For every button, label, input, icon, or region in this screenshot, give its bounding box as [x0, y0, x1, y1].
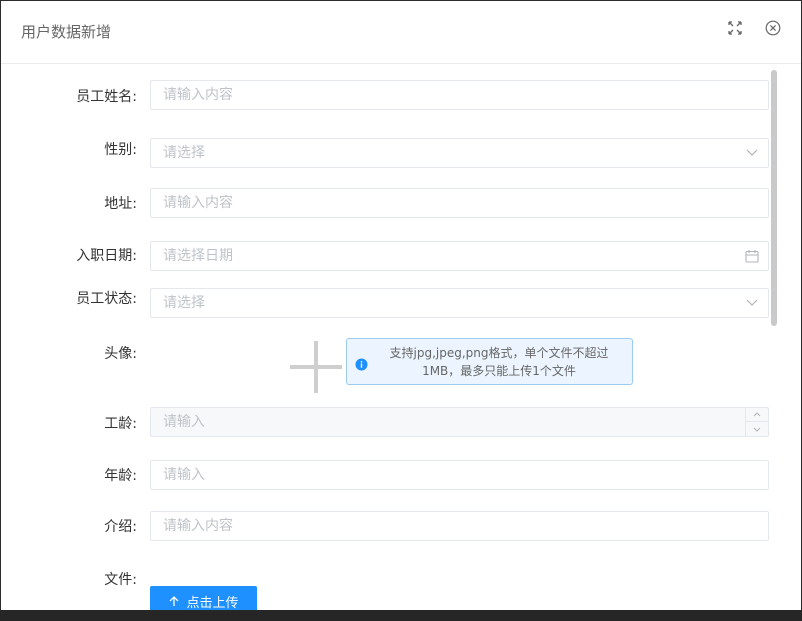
info-icon: [355, 356, 368, 371]
status-select[interactable]: [150, 288, 769, 318]
upload-tip-line2: 1MB，最多只能上传1个文件: [422, 364, 576, 378]
file-label: 文件:: [104, 572, 137, 588]
upload-button-label: 点击上传: [186, 595, 239, 611]
join-date-input[interactable]: [151, 242, 768, 270]
gender-label: 性别:: [104, 142, 137, 158]
name-field[interactable]: [150, 80, 769, 110]
upload-tip-text: 支持jpg,jpeg,png格式，单个文件不超过 1MB，最多只能上传1个文件: [373, 344, 625, 380]
join-date-label: 入职日期:: [76, 248, 137, 264]
gender-input[interactable]: [151, 139, 768, 167]
gender-select[interactable]: [150, 138, 769, 168]
upload-icon: [170, 596, 179, 606]
age-label: 年龄:: [104, 468, 137, 484]
address-label: 地址:: [104, 196, 137, 212]
address-input[interactable]: [151, 189, 768, 217]
stepper-up-icon[interactable]: [746, 408, 768, 422]
intro-field[interactable]: [150, 511, 769, 541]
dialog-header: 用户数据新增: [1, 1, 801, 64]
join-date-picker[interactable]: [150, 241, 769, 271]
seniority-label: 工龄:: [104, 416, 137, 432]
name-label: 员工姓名:: [76, 89, 137, 105]
status-input[interactable]: [151, 289, 768, 317]
age-field[interactable]: [150, 460, 769, 490]
name-input[interactable]: [151, 81, 768, 109]
upload-tip: 支持jpg,jpeg,png格式，单个文件不超过 1MB，最多只能上传1个文件: [346, 338, 633, 385]
avatar-upload-plus-icon[interactable]: [287, 338, 345, 396]
chevron-down-icon: [744, 295, 760, 311]
plus-vertical: [314, 341, 318, 393]
calendar-icon[interactable]: [744, 248, 760, 264]
avatar-label: 头像:: [104, 346, 137, 362]
intro-label: 介绍:: [104, 519, 137, 535]
age-input[interactable]: [151, 461, 768, 489]
seniority-field[interactable]: [150, 407, 769, 437]
address-field[interactable]: [150, 188, 769, 218]
intro-input[interactable]: [151, 512, 768, 540]
dialog-body: 员工姓名: 性别: 地址: 入职日期:: [1, 64, 801, 610]
seniority-input[interactable]: [151, 408, 768, 436]
upload-tip-line1: 支持jpg,jpeg,png格式，单个文件不超过: [389, 346, 609, 360]
bottom-bar: [0, 610, 802, 621]
maximize-icon[interactable]: [726, 19, 744, 37]
chevron-down-icon: [744, 145, 760, 161]
close-circle-icon[interactable]: [764, 19, 782, 37]
stepper-down-icon[interactable]: [746, 422, 768, 436]
upload-button[interactable]: 点击上传: [150, 586, 257, 610]
status-label: 员工状态:: [76, 291, 137, 307]
dialog: 用户数据新增 员工姓名: 性别:: [1, 1, 801, 610]
seniority-stepper: [745, 408, 768, 436]
scrollbar[interactable]: [771, 70, 777, 326]
dialog-title: 用户数据新增: [21, 23, 112, 41]
